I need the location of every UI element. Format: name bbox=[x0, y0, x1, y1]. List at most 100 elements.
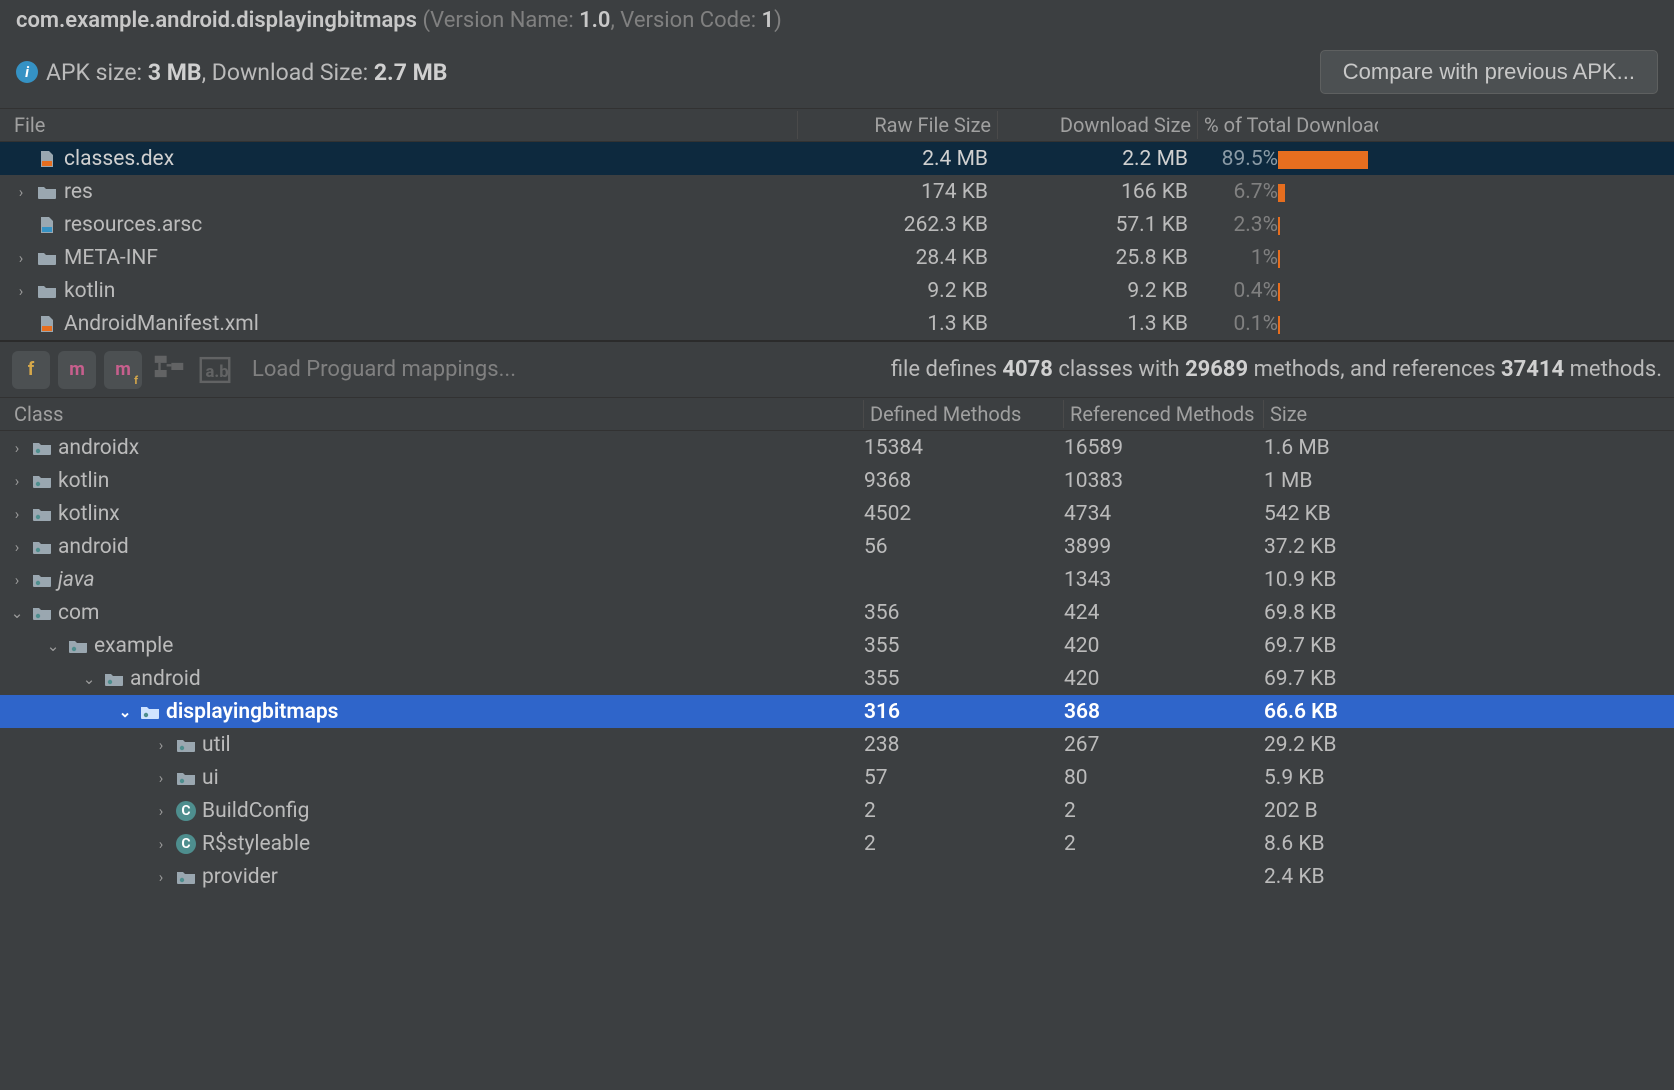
download-size: 1.3 KB bbox=[998, 312, 1198, 336]
col-raw-size[interactable]: Raw File Size bbox=[798, 111, 998, 139]
expand-icon[interactable]: › bbox=[152, 736, 170, 754]
class-row[interactable]: ⌄example35542069.7 KB bbox=[0, 629, 1674, 662]
class-row[interactable]: ›java134310.9 KB bbox=[0, 563, 1674, 596]
class-row[interactable]: ›CBuildConfig22202 B bbox=[0, 794, 1674, 827]
defined-methods: 57 bbox=[864, 766, 1064, 790]
expand-icon[interactable]: › bbox=[12, 183, 30, 201]
file-row[interactable]: resources.arsc262.3 KB57.1 KB2.3% bbox=[0, 208, 1674, 241]
class-row[interactable]: ›CR$styleable228.6 KB bbox=[0, 827, 1674, 860]
class-count: 4078 bbox=[1002, 357, 1053, 382]
class-row[interactable]: ›util23826729.2 KB bbox=[0, 728, 1674, 761]
expand-icon[interactable]: › bbox=[8, 439, 26, 457]
percent: 0.1% bbox=[1198, 312, 1278, 336]
class-row[interactable]: ›kotlinx45024734542 KB bbox=[0, 497, 1674, 530]
percent-bar bbox=[1278, 313, 1378, 335]
expand-icon[interactable]: › bbox=[8, 538, 26, 556]
package-icon bbox=[68, 637, 88, 655]
file-row[interactable]: AndroidManifest.xml1.3 KB1.3 KB0.1% bbox=[0, 307, 1674, 340]
class-size: 69.8 KB bbox=[1264, 601, 1384, 625]
expand-icon[interactable]: › bbox=[152, 835, 170, 853]
col-defined[interactable]: Defined Methods bbox=[864, 400, 1064, 428]
expand-icon[interactable]: › bbox=[8, 472, 26, 490]
referenced-methods: 420 bbox=[1064, 634, 1264, 658]
file-name: META-INF bbox=[64, 246, 158, 270]
folder-icon bbox=[36, 248, 58, 268]
referenced-methods: 424 bbox=[1064, 601, 1264, 625]
version-code-label: , Version Code: bbox=[611, 8, 762, 33]
defined-methods: 9368 bbox=[864, 469, 1064, 493]
class-row[interactable]: ›ui57805.9 KB bbox=[0, 761, 1674, 794]
class-row[interactable]: ›android56389937.2 KB bbox=[0, 530, 1674, 563]
compare-apk-button[interactable]: Compare with previous APK... bbox=[1320, 50, 1658, 94]
file-row[interactable]: ›res174 KB166 KB6.7% bbox=[0, 175, 1674, 208]
apk-size-info: APK size: 3 MB, Download Size: 2.7 MB bbox=[46, 59, 447, 86]
info-icon: i bbox=[16, 61, 38, 83]
expand-icon[interactable]: ⌄ bbox=[80, 670, 98, 688]
class-table: Class Defined Methods Referenced Methods… bbox=[0, 398, 1674, 893]
expand-icon[interactable]: ⌄ bbox=[116, 703, 134, 721]
col-size[interactable]: Size bbox=[1264, 400, 1384, 428]
raw-size: 28.4 KB bbox=[798, 246, 998, 270]
class-name: kotlinx bbox=[58, 502, 120, 526]
file-row[interactable]: classes.dex2.4 MB2.2 MB89.5% bbox=[0, 142, 1674, 175]
class-row[interactable]: ⌄displayingbitmaps31636866.6 KB bbox=[0, 695, 1674, 728]
file-name: classes.dex bbox=[64, 147, 174, 171]
expand-icon[interactable]: ⌄ bbox=[8, 604, 26, 622]
tree-icon[interactable] bbox=[150, 351, 188, 389]
show-fields-button[interactable]: f bbox=[12, 351, 50, 389]
apk-header: com.example.android.displayingbitmaps (V… bbox=[0, 0, 1674, 108]
show-methods-button[interactable]: m bbox=[58, 351, 96, 389]
class-row[interactable]: ›kotlin9368103831 MB bbox=[0, 464, 1674, 497]
referenced-methods: 368 bbox=[1064, 700, 1264, 724]
class-size: 542 KB bbox=[1264, 502, 1384, 526]
load-proguard-link[interactable]: Load Proguard mappings... bbox=[252, 357, 516, 382]
expand-icon[interactable]: › bbox=[152, 769, 170, 787]
col-class[interactable]: Class bbox=[8, 400, 864, 428]
dex-toolbar: f m m a.b Load Proguard mappings... file… bbox=[0, 340, 1674, 398]
class-name: kotlin bbox=[58, 469, 109, 493]
referenced-methods: 3899 bbox=[1064, 535, 1264, 559]
col-file[interactable]: File bbox=[8, 111, 798, 139]
class-name: util bbox=[202, 733, 231, 757]
class-icon: C bbox=[176, 801, 196, 821]
class-icon: C bbox=[176, 834, 196, 854]
deobfuscate-icon[interactable]: a.b bbox=[196, 351, 234, 389]
percent-bar bbox=[1278, 181, 1378, 203]
package-icon bbox=[140, 703, 160, 721]
class-row[interactable]: ›androidx15384165891.6 MB bbox=[0, 431, 1674, 464]
referenced-methods: 80 bbox=[1064, 766, 1264, 790]
ref-count: 37414 bbox=[1501, 357, 1564, 382]
class-size: 10.9 KB bbox=[1264, 568, 1384, 592]
referenced-methods: 16589 bbox=[1064, 436, 1264, 460]
expand-icon[interactable]: › bbox=[8, 505, 26, 523]
class-name: R$styleable bbox=[202, 832, 310, 856]
referenced-methods: 420 bbox=[1064, 667, 1264, 691]
class-size: 202 B bbox=[1264, 799, 1384, 823]
percent: 0.4% bbox=[1198, 279, 1278, 303]
package-title: com.example.android.displayingbitmaps (V… bbox=[16, 6, 1658, 36]
defined-methods: 355 bbox=[864, 667, 1064, 691]
class-row[interactable]: ⌄com35642469.8 KB bbox=[0, 596, 1674, 629]
defined-methods: 2 bbox=[864, 832, 1064, 856]
expand-icon[interactable]: › bbox=[152, 868, 170, 886]
class-size: 66.6 KB bbox=[1264, 700, 1384, 724]
expand-icon[interactable]: ⌄ bbox=[44, 637, 62, 655]
file-row[interactable]: ›META-INF28.4 KB25.8 KB1% bbox=[0, 241, 1674, 274]
file-icon bbox=[36, 215, 58, 235]
class-row[interactable]: ›provider2.4 KB bbox=[0, 860, 1674, 893]
class-size: 37.2 KB bbox=[1264, 535, 1384, 559]
expand-icon[interactable]: › bbox=[12, 282, 30, 300]
show-methods-fields-button[interactable]: m bbox=[104, 351, 142, 389]
package-icon bbox=[104, 670, 124, 688]
col-referenced[interactable]: Referenced Methods bbox=[1064, 400, 1264, 428]
expand-icon[interactable]: › bbox=[12, 249, 30, 267]
folder-icon bbox=[36, 182, 58, 202]
col-download-size[interactable]: Download Size bbox=[998, 111, 1198, 139]
expand-icon[interactable]: › bbox=[8, 571, 26, 589]
class-row[interactable]: ⌄android35542069.7 KB bbox=[0, 662, 1674, 695]
col-percent[interactable]: % of Total Download ... bbox=[1198, 111, 1378, 139]
expand-icon[interactable]: › bbox=[152, 802, 170, 820]
class-size: 1.6 MB bbox=[1264, 436, 1384, 460]
class-size: 69.7 KB bbox=[1264, 634, 1384, 658]
file-row[interactable]: ›kotlin9.2 KB9.2 KB0.4% bbox=[0, 274, 1674, 307]
